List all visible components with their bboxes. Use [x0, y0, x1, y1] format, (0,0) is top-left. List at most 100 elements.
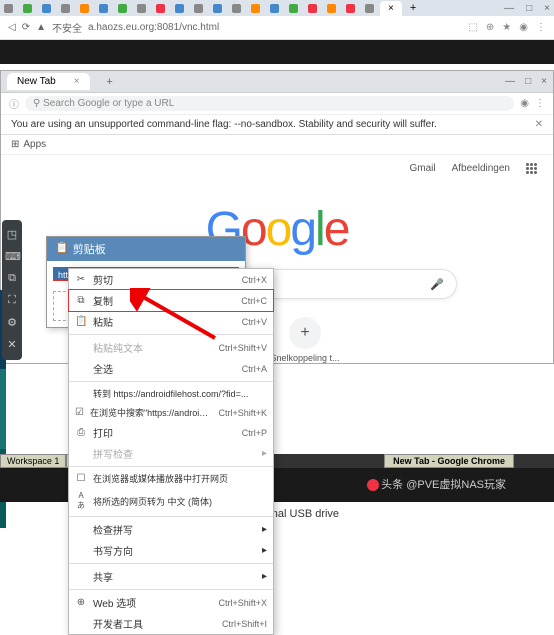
copy-icon: ⧉ [75, 295, 87, 306]
reload-icon[interactable]: ⟳ [22, 22, 30, 33]
ctx-print[interactable]: ⎙打印Ctrl+P [69, 422, 273, 443]
insecure-label: 不安全 [52, 20, 82, 35]
warning-infobar: You are using an unsupported command-lin… [1, 115, 553, 135]
ctx-writing-direction[interactable]: 书写方向▸ [69, 540, 273, 561]
favicon[interactable] [251, 4, 260, 13]
images-link[interactable]: Afbeeldingen [452, 163, 510, 174]
favicon[interactable] [23, 4, 32, 13]
workspace-indicator[interactable]: Workspace 1 [0, 454, 66, 468]
print-icon: ⎙ [75, 427, 87, 438]
favicon[interactable] [232, 4, 241, 13]
new-tab-button[interactable]: + [410, 2, 416, 14]
favicon[interactable] [42, 4, 51, 13]
ctx-web-options[interactable]: ⊕Web 选项Ctrl+Shift+X [69, 592, 273, 613]
dock-icon[interactable]: ✕ [5, 338, 19, 352]
dock-icon[interactable]: ⛶ [5, 294, 19, 308]
apps-icon[interactable]: ⊞ [11, 139, 19, 150]
shortcut-label: Snelkoppeling t... [270, 353, 339, 363]
favicon[interactable] [4, 4, 13, 13]
warning-close-icon[interactable]: ✕ [535, 119, 543, 130]
close-button[interactable]: × [544, 3, 550, 14]
new-tab-button[interactable]: + [102, 74, 118, 90]
chevron-right-icon: ▸ [262, 448, 267, 459]
tab-favicons [4, 4, 374, 13]
window-icon: ☐ [75, 473, 87, 484]
info-icon[interactable]: ⓘ [9, 96, 19, 111]
ext-icon[interactable]: ⬚ [468, 22, 477, 33]
ctx-copy[interactable]: ⧉复制Ctrl+C [68, 289, 274, 312]
translate-icon: Aあ [75, 491, 87, 511]
top-right-links: Gmail Afbeeldingen [1, 155, 553, 182]
url-text[interactable]: a.haozs.eu.org:8081/vnc.html [88, 22, 219, 33]
menu-icon[interactable]: ⋮ [535, 98, 545, 109]
ext-icon[interactable]: ⊕ [486, 22, 494, 33]
favicon[interactable] [80, 4, 89, 13]
outer-tab-strip: × + — □ × [0, 0, 554, 16]
favicon[interactable] [99, 4, 108, 13]
ctx-search[interactable]: ☑在浏览中搜索"https://androidfilehost.com/?fid… [69, 403, 273, 422]
watermark: 头条 @PVE虚拟NAS玩家 [367, 476, 506, 492]
active-tab[interactable]: × [380, 1, 402, 16]
minimize-button[interactable]: — [505, 76, 515, 87]
profile-icon[interactable]: ◉ [520, 98, 529, 109]
favicon[interactable] [137, 4, 146, 13]
ctx-select-all[interactable]: 全选Ctrl+A [69, 358, 273, 379]
search-icon: ☑ [75, 407, 84, 418]
tab-new-tab[interactable]: New Tab × [7, 73, 90, 90]
dock-icon[interactable]: ⧉ [5, 272, 19, 286]
plus-icon: + [289, 317, 321, 349]
warning-text: You are using an unsupported command-lin… [11, 119, 437, 130]
favicon[interactable] [61, 4, 70, 13]
ctx-open-media[interactable]: ☐在浏览器或媒体播放器中打开网页 [69, 469, 273, 488]
chevron-right-icon: ▸ [262, 545, 267, 556]
ctx-translate[interactable]: Aあ将所选的网页转为 中文 (简体) [69, 488, 273, 514]
back-icon[interactable]: ◁ [8, 22, 16, 33]
tab-label: New Tab [17, 76, 56, 87]
tab-close-icon[interactable]: × [74, 76, 80, 87]
outer-address-bar: ◁ ⟳ ▲ 不安全 a.haozs.eu.org:8081/vnc.html ⬚… [0, 16, 554, 40]
ctx-paste[interactable]: 📋粘贴Ctrl+V [69, 311, 273, 332]
ext-icon[interactable]: ★ [502, 22, 511, 33]
apps-label[interactable]: Apps [23, 139, 46, 150]
insecure-icon: ▲ [36, 22, 46, 33]
favicon[interactable] [194, 4, 203, 13]
favicon[interactable] [327, 4, 336, 13]
ctx-cut[interactable]: ✂剪切Ctrl+X [69, 269, 273, 290]
ctx-share[interactable]: 共享▸ [69, 566, 273, 587]
mic-icon[interactable]: 🎤 [430, 278, 444, 291]
maximize-button[interactable]: □ [525, 76, 531, 87]
gear-icon[interactable]: ⚙ [5, 316, 19, 330]
profile-icon[interactable]: ◉ [519, 22, 528, 33]
favicon[interactable] [365, 4, 374, 13]
novnc-dock: ◳ ⌨ ⧉ ⛶ ⚙ ✕ [2, 220, 22, 360]
scissors-icon: ✂ [75, 274, 87, 285]
ctx-goto-url[interactable]: 转到 https://androidfilehost.com/?fid=... [69, 384, 273, 403]
dock-icon[interactable]: ◳ [5, 228, 19, 242]
minimize-button[interactable]: — [504, 3, 514, 14]
ctx-spellcheck: 拼写检查▸ [69, 443, 273, 464]
favicon[interactable] [213, 4, 222, 13]
taskbar-window-title[interactable]: New Tab - Google Chrome [384, 454, 514, 468]
favicon[interactable] [346, 4, 355, 13]
gmail-link[interactable]: Gmail [409, 163, 435, 174]
dock-icon[interactable]: ⌨ [5, 250, 19, 264]
favicon[interactable] [156, 4, 165, 13]
maximize-button[interactable]: □ [526, 3, 532, 14]
favicon[interactable] [308, 4, 317, 13]
shortcut-add[interactable]: + Snelkoppeling t... [270, 317, 339, 363]
ctx-devtools[interactable]: 开发者工具Ctrl+Shift+I [69, 613, 273, 634]
omnibox[interactable]: ⚲ Search Google or type a URL [25, 96, 514, 111]
toutiao-icon [367, 479, 379, 491]
chevron-right-icon: ▸ [262, 524, 267, 535]
context-menu: ✂剪切Ctrl+X ⧉复制Ctrl+C 📋粘贴Ctrl+V 粘贴纯文本Ctrl+… [68, 268, 274, 635]
chevron-right-icon: ▸ [262, 571, 267, 582]
favicon[interactable] [175, 4, 184, 13]
close-button[interactable]: × [541, 76, 547, 87]
paste-icon: 📋 [75, 316, 87, 327]
favicon[interactable] [118, 4, 127, 13]
ctx-check-spelling[interactable]: 检查拼写▸ [69, 519, 273, 540]
favicon[interactable] [289, 4, 298, 13]
menu-icon[interactable]: ⋮ [536, 22, 546, 33]
apps-grid-icon[interactable] [526, 163, 537, 174]
favicon[interactable] [270, 4, 279, 13]
